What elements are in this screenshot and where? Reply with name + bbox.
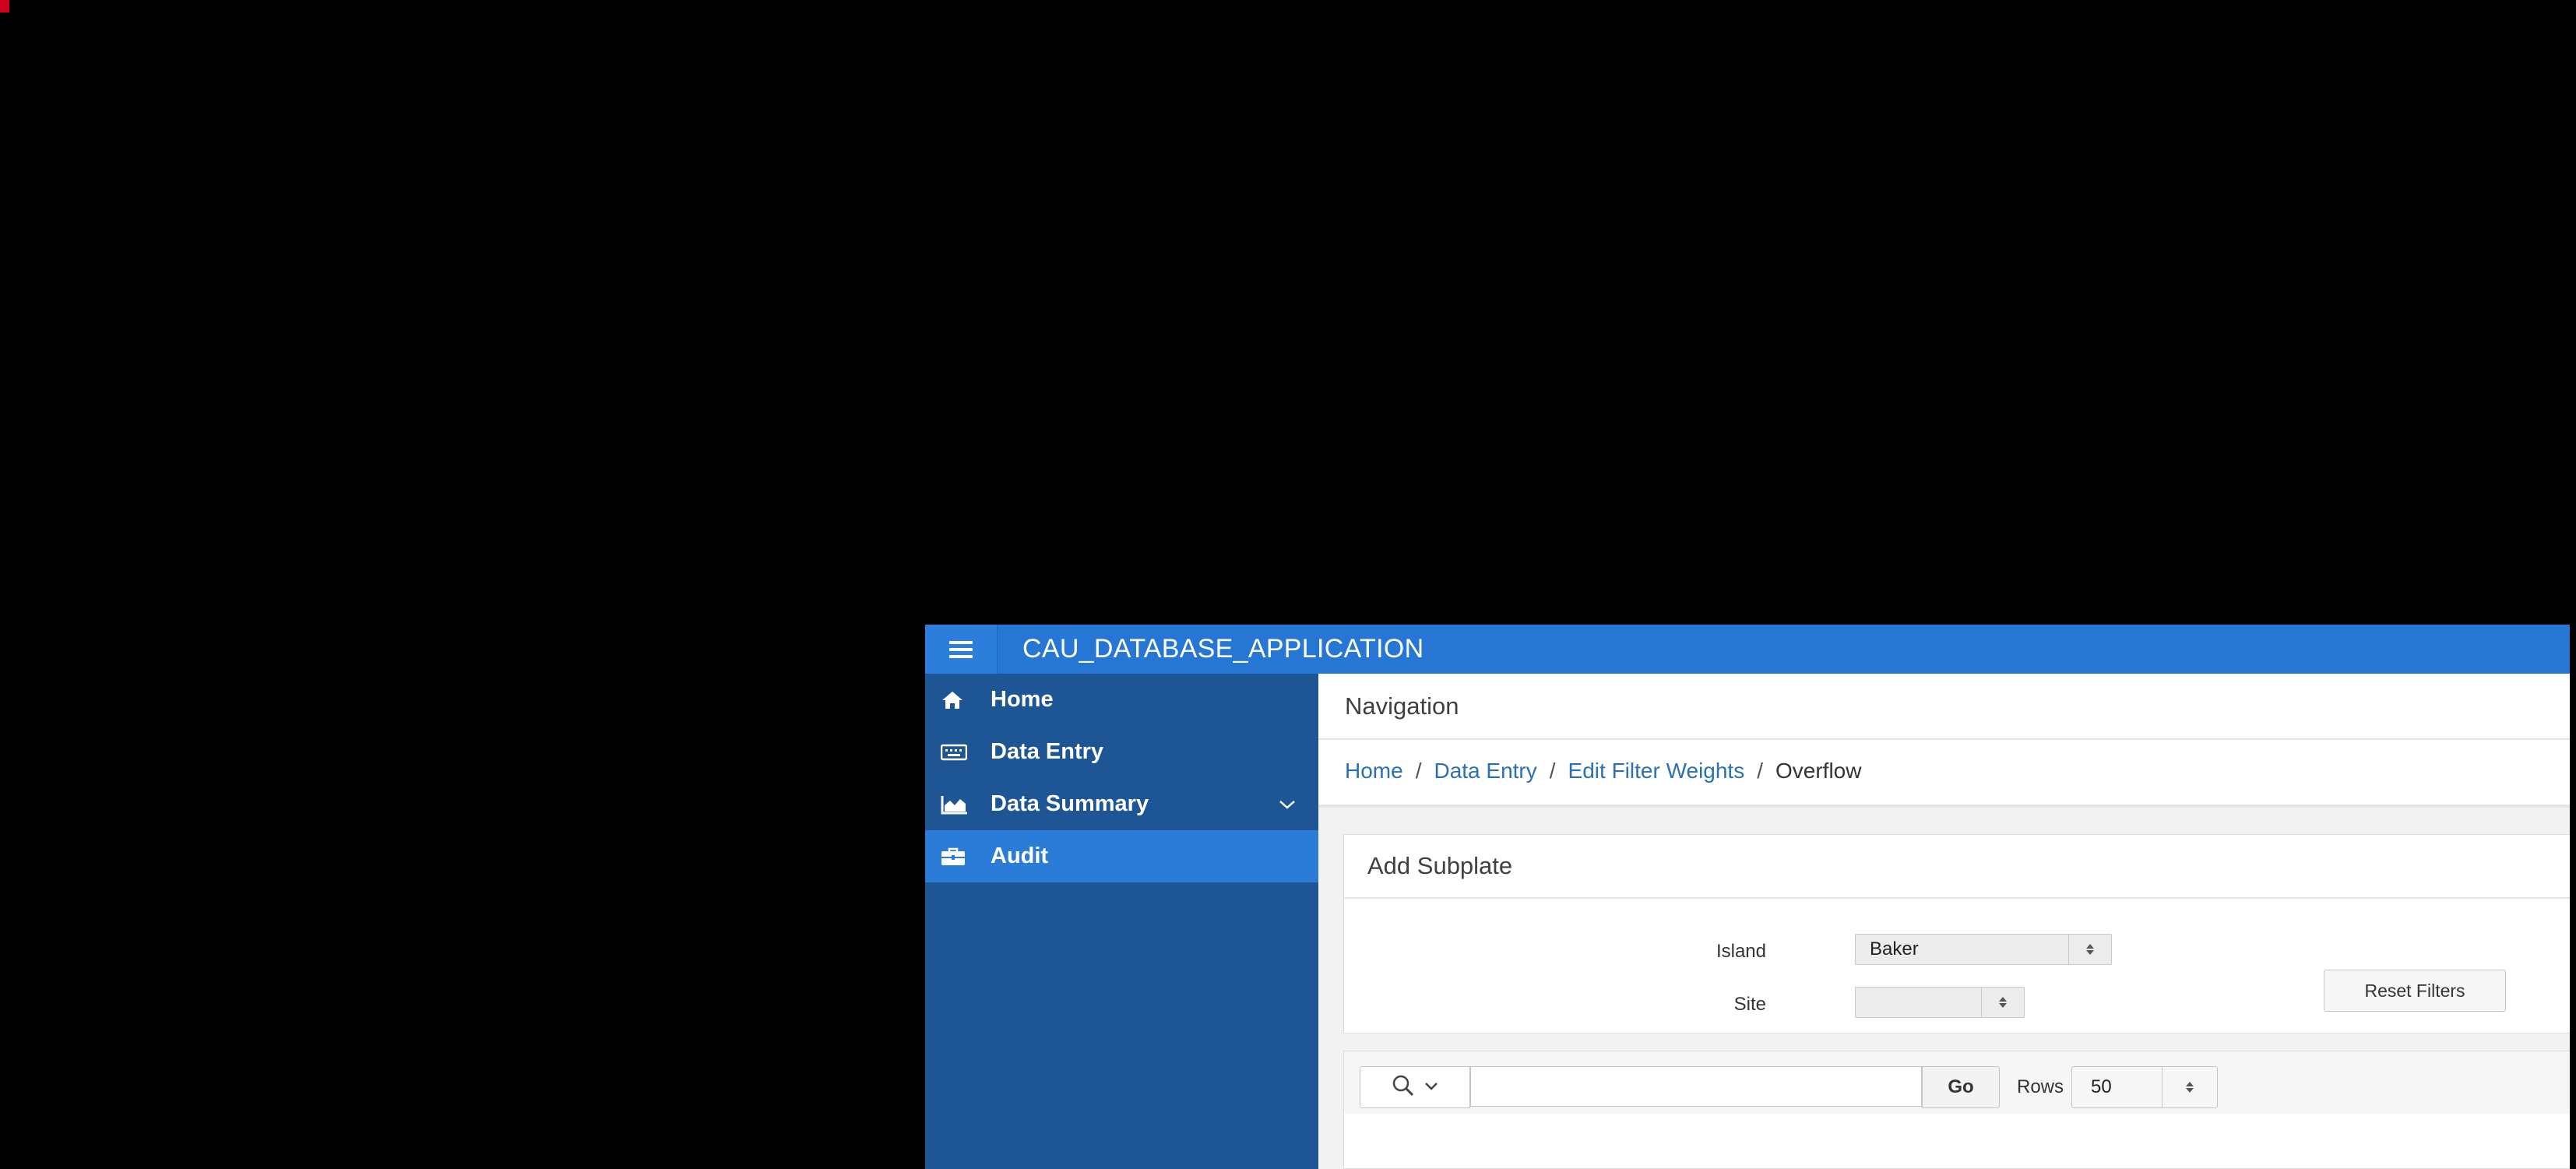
select-arrows-icon	[2068, 935, 2111, 964]
rows-select[interactable]: 50	[2071, 1066, 2218, 1108]
sidebar-item-label: Home	[991, 687, 1054, 712]
island-label: Island	[1716, 941, 1766, 962]
sidebar-item-audit[interactable]: Audit	[925, 830, 1318, 882]
sidebar-item-data-entry[interactable]: Data Entry	[925, 726, 1318, 778]
home-icon	[941, 688, 975, 712]
chevron-down-icon[interactable]	[1278, 795, 1297, 814]
breadcrumb-separator: /	[1549, 759, 1556, 783]
sidebar-item-label: Data Entry	[991, 739, 1104, 764]
site-label: Site	[1733, 994, 1766, 1015]
breadcrumb-separator: /	[1415, 759, 1422, 783]
breadcrumb: Home / Data Entry / Edit Filter Weights …	[1318, 740, 2570, 802]
sidebar: Home Data Entry Data Summary Audit	[925, 674, 1318, 1169]
report-region: Go Rows 50	[1343, 1051, 2570, 1169]
sidebar-item-label: Audit	[991, 843, 1049, 868]
keyboard-icon	[941, 741, 975, 764]
breadcrumb-home-link[interactable]: Home	[1345, 759, 1403, 783]
sidebar-item-label: Data Summary	[991, 791, 1149, 816]
search-column-button[interactable]	[1360, 1066, 1470, 1108]
area-chart-icon	[941, 793, 975, 816]
reset-filters-button[interactable]: Reset Filters	[2324, 970, 2506, 1012]
navigation-region: Navigation Home / Data Entry / Edit Filt…	[1318, 674, 2570, 808]
region-title: Add Subplate	[1344, 835, 2570, 899]
corner-marker	[0, 0, 9, 12]
app-title: CAU_DATABASE_APPLICATION	[1022, 634, 1424, 664]
island-select-value: Baker	[1870, 938, 1919, 959]
chevron-down-icon	[1423, 1080, 1439, 1095]
briefcase-icon	[941, 845, 975, 868]
breadcrumb-data-entry-link[interactable]: Data Entry	[1434, 759, 1536, 783]
search-icon	[1391, 1074, 1419, 1100]
rows-label: Rows	[2017, 1076, 2064, 1097]
rows-select-value: 50	[2091, 1076, 2112, 1097]
site-select[interactable]	[1855, 987, 2025, 1018]
island-select[interactable]: Baker	[1855, 934, 2112, 965]
main-content: Navigation Home / Data Entry / Edit Filt…	[1318, 674, 2570, 1169]
add-subplate-region: Add Subplate Island Baker Site Reset Fil…	[1343, 834, 2570, 1033]
sidebar-item-data-summary[interactable]: Data Summary	[925, 778, 1318, 830]
sidebar-item-home[interactable]: Home	[925, 674, 1318, 726]
search-input[interactable]	[1470, 1066, 1922, 1107]
select-arrows-icon	[1981, 988, 2024, 1017]
go-button[interactable]: Go	[1922, 1066, 2000, 1108]
app-window: CAU_DATABASE_APPLICATION Home Data Entry…	[925, 625, 2570, 1169]
app-header: CAU_DATABASE_APPLICATION	[925, 625, 2570, 674]
menu-toggle-button[interactable]	[925, 625, 998, 674]
navigation-title: Navigation	[1318, 674, 2570, 740]
select-arrows-icon	[2162, 1067, 2217, 1107]
hamburger-icon	[949, 640, 973, 658]
breadcrumb-edit-filter-weights-link[interactable]: Edit Filter Weights	[1568, 759, 1745, 783]
breadcrumb-separator: /	[1757, 759, 1763, 783]
breadcrumb-current-page: Overflow	[1775, 759, 1862, 783]
